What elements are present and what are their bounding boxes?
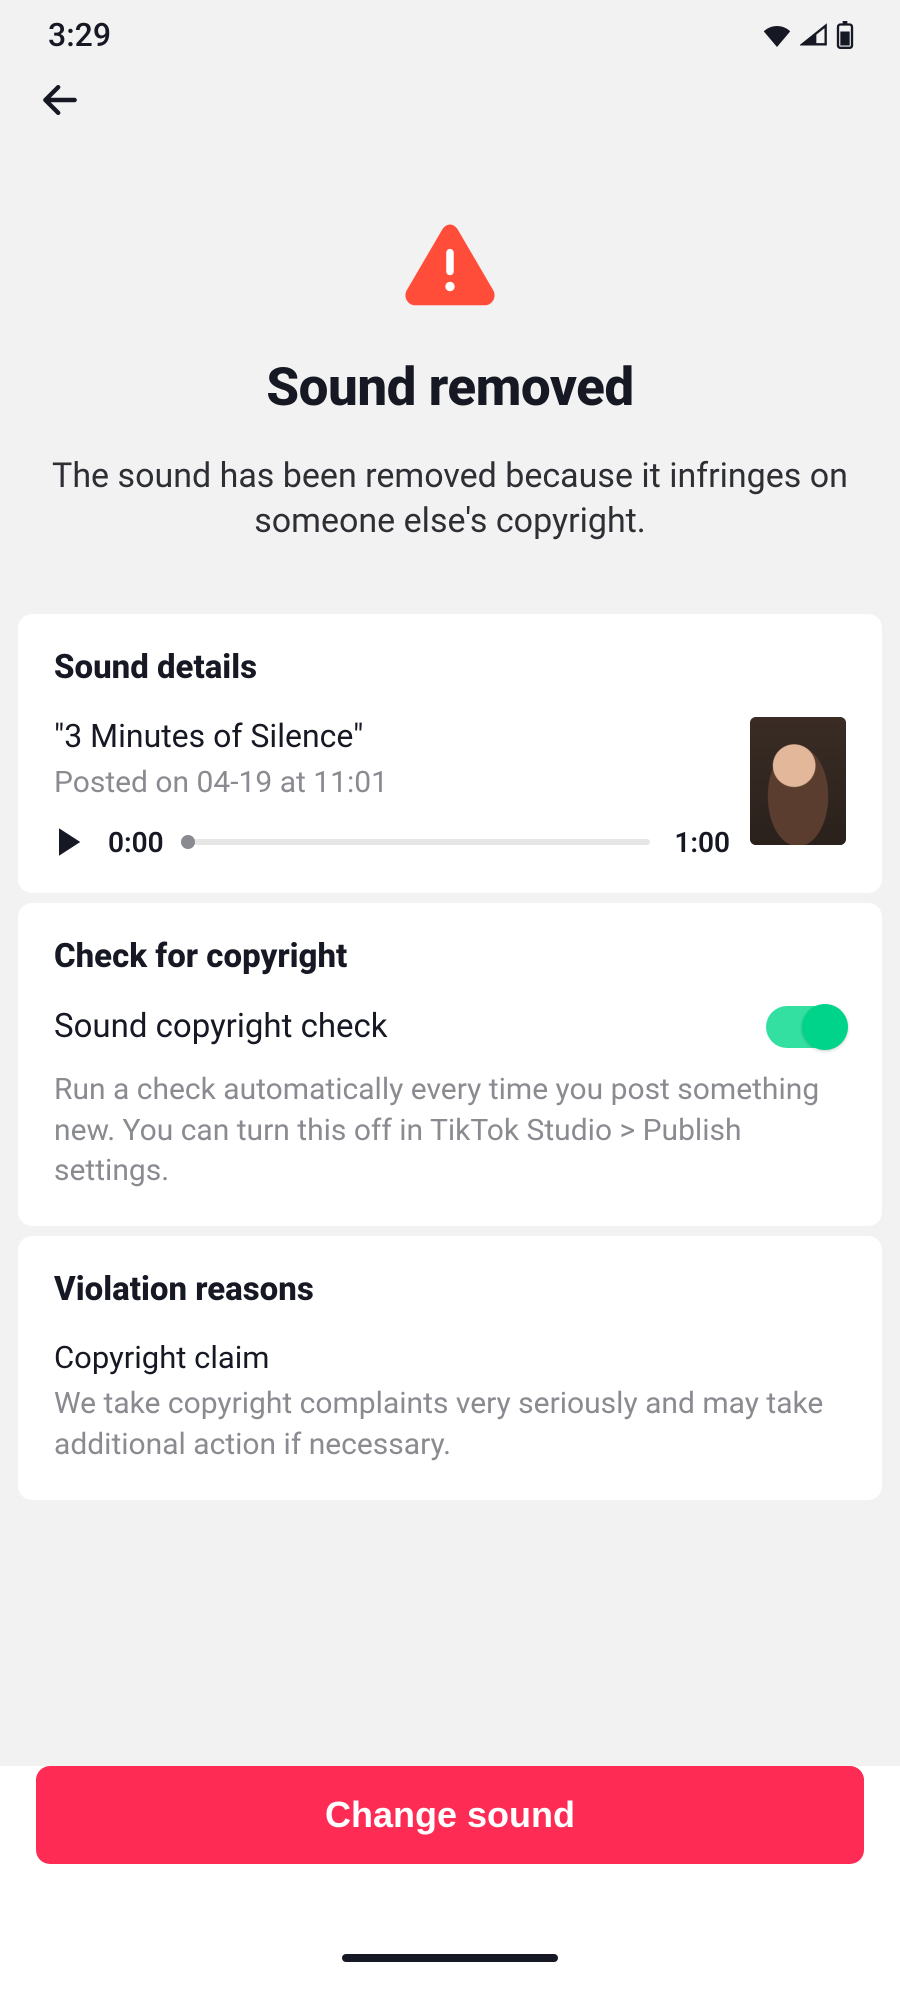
arrow-left-icon	[38, 78, 82, 122]
copyright-toggle-label: Sound copyright check	[54, 1007, 388, 1046]
bottom-bar: Change sound	[0, 1596, 900, 2000]
copyright-toggle[interactable]	[766, 1006, 846, 1048]
player-progress-track[interactable]	[188, 839, 651, 845]
hero-section: Sound removed The sound has been removed…	[0, 130, 900, 604]
violation-reasons-card: Violation reasons Copyright claim We tak…	[18, 1236, 882, 1500]
copyright-check-card: Check for copyright Sound copyright chec…	[18, 903, 882, 1226]
sound-title: "3 Minutes of Silence"	[54, 717, 730, 755]
sound-thumbnail[interactable]	[750, 717, 846, 845]
page-subtitle: The sound has been removed because it in…	[50, 454, 850, 544]
player-current-time: 0:00	[108, 826, 164, 859]
copyright-check-heading: Check for copyright	[54, 937, 846, 976]
back-button[interactable]	[36, 76, 84, 124]
copyright-check-description: Run a check automatically every time you…	[54, 1070, 846, 1192]
status-bar: 3:29	[0, 0, 900, 70]
change-sound-button[interactable]: Change sound	[36, 1766, 864, 1864]
audio-player: 0:00 1:00	[54, 826, 730, 859]
sound-details-card: Sound details "3 Minutes of Silence" Pos…	[18, 614, 882, 893]
battery-icon	[836, 21, 854, 49]
violation-reasons-heading: Violation reasons	[54, 1270, 846, 1309]
status-time: 3:29	[48, 16, 111, 54]
violation-claim-title: Copyright claim	[54, 1339, 846, 1376]
page-title: Sound removed	[50, 356, 850, 418]
status-icons	[762, 21, 854, 49]
player-progress-knob[interactable]	[181, 835, 195, 849]
play-button[interactable]	[54, 827, 84, 857]
cellular-icon	[800, 23, 828, 47]
sound-details-heading: Sound details	[54, 648, 846, 687]
sound-posted: Posted on 04-19 at 11:01	[54, 765, 730, 800]
player-duration: 1:00	[674, 826, 730, 859]
toggle-knob	[802, 1004, 848, 1050]
home-indicator[interactable]	[342, 1954, 558, 1962]
nav-bar	[0, 70, 900, 130]
wifi-icon	[762, 23, 792, 47]
alert-triangle-icon	[403, 220, 497, 306]
play-icon	[56, 827, 82, 857]
violation-claim-body: We take copyright complaints very seriou…	[54, 1384, 846, 1466]
